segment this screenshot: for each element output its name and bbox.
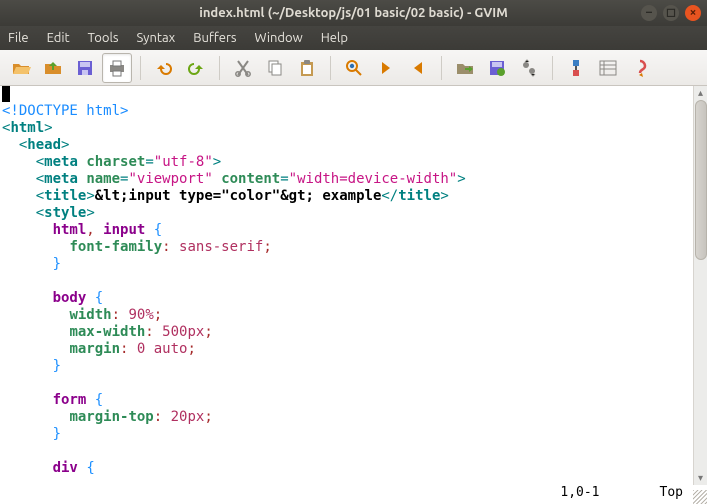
resize-grip-icon[interactable] bbox=[693, 490, 707, 504]
find-replace-icon[interactable] bbox=[339, 53, 369, 83]
toolbar-separator bbox=[552, 56, 553, 80]
open-icon[interactable] bbox=[6, 53, 36, 83]
print-icon[interactable] bbox=[102, 53, 132, 83]
find-prev-icon[interactable] bbox=[403, 53, 433, 83]
menu-syntax[interactable]: Syntax bbox=[137, 31, 176, 45]
make-icon[interactable] bbox=[561, 53, 591, 83]
menu-window[interactable]: Window bbox=[255, 31, 303, 45]
cursor bbox=[2, 86, 10, 102]
save-icon[interactable] bbox=[38, 53, 68, 83]
cursor-position: 1,0-1 bbox=[560, 485, 599, 504]
vertical-scrollbar[interactable]: ▴ ▾ bbox=[693, 86, 707, 485]
text-editor[interactable]: <!DOCTYPE html> <html> <head> <meta char… bbox=[0, 86, 693, 485]
minimize-button[interactable]: – bbox=[641, 5, 657, 21]
scroll-location: Top bbox=[660, 485, 683, 504]
find-next-icon[interactable] bbox=[371, 53, 401, 83]
save-all-icon[interactable] bbox=[70, 53, 100, 83]
paste-icon[interactable] bbox=[292, 53, 322, 83]
menu-file[interactable]: File bbox=[8, 31, 29, 45]
menu-buffers[interactable]: Buffers bbox=[193, 31, 236, 45]
run-script-icon[interactable] bbox=[514, 53, 544, 83]
load-session-icon[interactable] bbox=[450, 53, 480, 83]
maximize-button[interactable]: ◻ bbox=[663, 5, 679, 21]
window-title: index.html (~/Desktop/js/01 basic/02 bas… bbox=[199, 6, 508, 20]
save-session-icon[interactable] bbox=[482, 53, 512, 83]
toolbar bbox=[0, 50, 707, 86]
cut-icon[interactable] bbox=[228, 53, 258, 83]
menu-edit[interactable]: Edit bbox=[47, 31, 70, 45]
scroll-thumb[interactable] bbox=[695, 100, 707, 260]
window-controls: – ◻ × bbox=[641, 5, 701, 21]
title-bar: index.html (~/Desktop/js/01 basic/02 bas… bbox=[0, 0, 707, 26]
status-bar: 1,0-1 Top bbox=[0, 485, 707, 504]
editor-area: <!DOCTYPE html> <html> <head> <meta char… bbox=[0, 86, 707, 485]
menu-help[interactable]: Help bbox=[321, 31, 348, 45]
copy-icon[interactable] bbox=[260, 53, 290, 83]
scroll-down-icon[interactable]: ▾ bbox=[694, 471, 707, 485]
undo-icon[interactable] bbox=[149, 53, 179, 83]
scroll-up-icon[interactable]: ▴ bbox=[694, 86, 707, 100]
toolbar-separator bbox=[441, 56, 442, 80]
menu-bar: File Edit Tools Syntax Buffers Window He… bbox=[0, 26, 707, 50]
toolbar-separator bbox=[140, 56, 141, 80]
close-button[interactable]: × bbox=[685, 5, 701, 21]
shell-icon[interactable] bbox=[593, 53, 623, 83]
toolbar-separator bbox=[330, 56, 331, 80]
toolbar-separator bbox=[219, 56, 220, 80]
redo-icon[interactable] bbox=[181, 53, 211, 83]
help-icon[interactable] bbox=[625, 53, 655, 83]
menu-tools[interactable]: Tools bbox=[88, 31, 119, 45]
